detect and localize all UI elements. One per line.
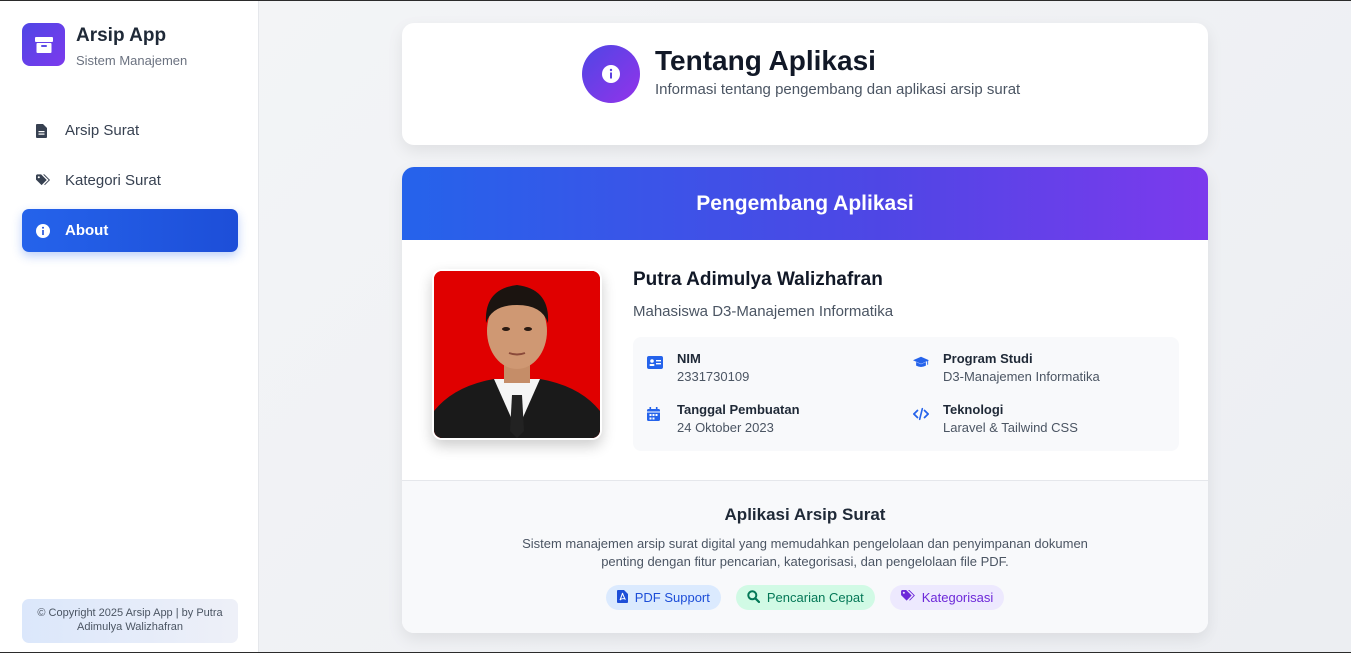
copyright-text: © Copyright 2025 Arsip App | by Putra Ad… (22, 599, 238, 643)
tags-icon (36, 173, 50, 188)
date-label: Tanggal Pembuatan (677, 402, 800, 417)
tag-label: Kategorisasi (921, 590, 994, 605)
archive-icon (22, 23, 65, 66)
app-info-section: Aplikasi Arsip Surat Sistem manajemen ar… (402, 480, 1208, 633)
file-pdf-icon (616, 589, 628, 606)
sidebar-item-label: Kategori Surat (65, 172, 161, 189)
code-icon (913, 407, 929, 423)
app-title: Aplikasi Arsip Surat (724, 505, 886, 524)
tech-label: Teknologi (943, 402, 1004, 417)
page-subtitle: Informasi tentang pengembang dan aplikas… (655, 81, 1021, 98)
sidebar-item-label: Arsip Surat (65, 122, 140, 139)
id-card-icon (647, 356, 663, 372)
search-icon (747, 589, 760, 606)
portrait-image (434, 271, 600, 438)
sidebar-item-about[interactable]: About (22, 209, 238, 252)
sidebar-item-label: About (65, 222, 109, 239)
tag-kategorisasi: Kategorisasi (889, 585, 1005, 610)
developer-banner: Pengembang Aplikasi (402, 167, 1208, 240)
calendar-icon (647, 407, 663, 423)
sidebar-nav: Arsip Surat Kategori Surat About (22, 109, 238, 259)
info-tanggal-pembuatan: Tanggal Pembuatan 24 Oktober 2023 (647, 401, 800, 436)
tag-pdf-support: PDF Support (605, 585, 721, 610)
developer-card: Pengembang Aplikasi Putra Adimulya Waliz… (402, 167, 1208, 633)
developer-role: Mahasiswa D3-Manajemen Informatika (633, 303, 894, 320)
brand[interactable]: Arsip App Sistem Manajemen (22, 23, 187, 68)
tag-label: Pencarian Cepat (766, 590, 864, 605)
nim-label: NIM (677, 351, 701, 366)
page-header: Tentang Aplikasi Informasi tentang penge… (402, 23, 1208, 145)
graduation-cap-icon (913, 356, 929, 372)
tags-icon (900, 590, 915, 605)
date-value: 24 Oktober 2023 (677, 420, 774, 435)
app-description: Sistem manajemen arsip surat digital yan… (522, 536, 1088, 569)
prodi-value: D3-Manajemen Informatika (943, 369, 1100, 384)
info-teknologi: Teknologi Laravel & Tailwind CSS (913, 401, 1078, 436)
nim-value: 2331730109 (677, 369, 750, 384)
page-title: Tentang Aplikasi (655, 45, 876, 76)
tag-pencarian-cepat: Pencarian Cepat (735, 585, 875, 610)
developer-photo (432, 269, 602, 440)
brand-title: Arsip App (76, 25, 167, 46)
feature-tags: PDF Support Pencarian Cepat Kategorisasi (402, 585, 1208, 610)
brand-subtitle: Sistem Manajemen (76, 53, 188, 68)
info-nim: NIM 2331730109 (647, 350, 749, 385)
developer-info-box: NIM 2331730109 Program Studi D3-Manajeme… (633, 337, 1179, 451)
sidebar: Arsip App Sistem Manajemen Arsip Surat K… (0, 1, 259, 652)
info-program-studi: Program Studi D3-Manajemen Informatika (913, 350, 1100, 385)
sidebar-item-arsip-surat[interactable]: Arsip Surat (22, 109, 238, 152)
tag-label: PDF Support (634, 590, 710, 605)
sidebar-item-kategori-surat[interactable]: Kategori Surat (22, 159, 238, 202)
file-icon (36, 123, 50, 138)
tech-value: Laravel & Tailwind CSS (943, 420, 1078, 435)
info-icon (36, 223, 50, 238)
developer-name: Putra Adimulya Walizhafran (633, 269, 883, 290)
info-icon (582, 45, 640, 103)
prodi-label: Program Studi (943, 351, 1033, 366)
